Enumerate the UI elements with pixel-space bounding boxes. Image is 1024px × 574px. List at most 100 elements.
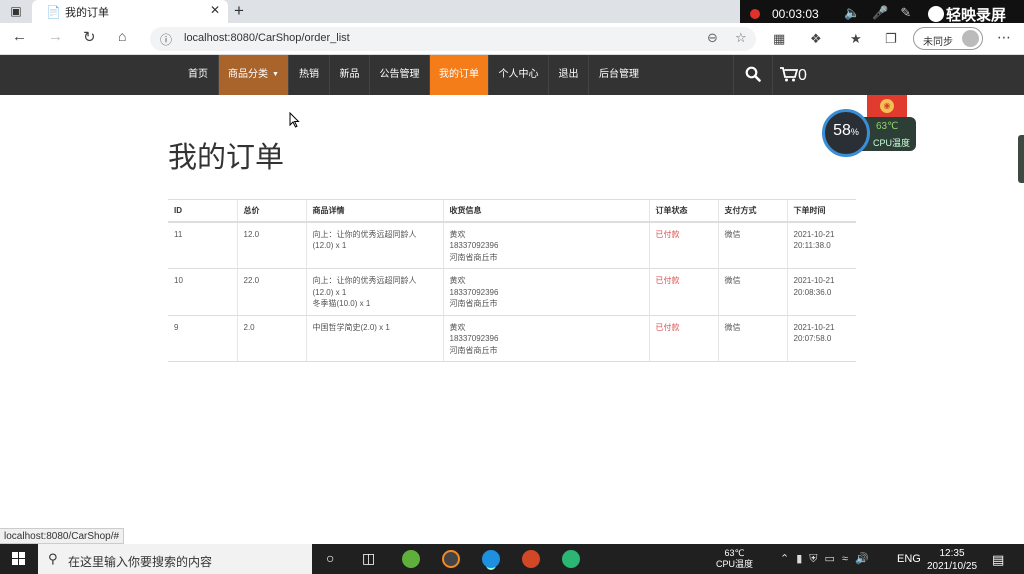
recorder-controls[interactable]: 🔈🎤✎ — [844, 5, 923, 21]
collections-icon[interactable]: ▦ — [773, 31, 785, 47]
order-clock: 20:08:36.0 — [793, 287, 832, 297]
forward-icon[interactable]: → — [48, 28, 63, 45]
recorder-app-icon[interactable] — [562, 550, 580, 568]
favorite-icon[interactable]: ☆ — [735, 30, 747, 46]
settings-app-icon[interactable] — [442, 550, 460, 568]
col-items: 商品详情 — [305, 199, 443, 223]
record-icon[interactable] — [750, 9, 760, 19]
taskbar-cpu-temp[interactable]: 63℃ CPU温度 — [716, 548, 753, 570]
order-date: 2021-10-21 — [793, 229, 835, 239]
frog-app-icon[interactable] — [402, 550, 420, 568]
col-id: ID — [168, 199, 237, 223]
nav-label: 新品 — [339, 69, 360, 80]
tab-collections-icon[interactable]: ❐ — [885, 31, 897, 47]
profile-sync-button[interactable]: 未同步 — [913, 27, 983, 50]
order-total: 2.0 — [236, 314, 306, 362]
side-panel-handle[interactable] — [1018, 135, 1024, 183]
zoom-icon[interactable]: ⊖ — [707, 30, 718, 46]
system-tray-icons[interactable]: ⌃▮⛨▭≈🔊 — [780, 552, 876, 566]
order-clock: 20:11:38.0 — [793, 241, 831, 250]
recipient-phone: 18337092396 — [449, 241, 499, 250]
powerpoint-app-icon[interactable] — [522, 550, 540, 568]
extensions-icon[interactable]: ❖ — [810, 31, 822, 47]
table-row: 9 2.0 中国哲学简史(2.0) x 1 黄欢 18337092396 河南省商丘… — [168, 314, 856, 362]
order-item-line: 向上：让你的优秀远超同龄人(12.0) x 1 — [312, 229, 417, 251]
nav-hot[interactable]: 热销 — [289, 55, 330, 95]
nav-logout[interactable]: 退出 — [549, 55, 589, 95]
nav-categories[interactable]: 商品分类 ▼ — [219, 55, 289, 95]
windows-start-icon[interactable] — [12, 552, 26, 566]
edge-app-icon[interactable] — [482, 550, 500, 568]
nav-notices[interactable]: 公告管理 — [370, 55, 430, 95]
nav-label: 退出 — [558, 69, 579, 80]
mouse-cursor-icon — [289, 112, 300, 128]
col-payment: 支付方式 — [717, 199, 787, 223]
gift-badge[interactable]: ◉ — [867, 95, 907, 119]
nav-admin[interactable]: 后台管理 — [589, 55, 649, 95]
gift-icon: ◉ — [880, 99, 894, 113]
recipient-phone: 18337092396 — [449, 287, 499, 297]
search-icon[interactable] — [733, 55, 773, 95]
tab-close-icon[interactable]: ✕ — [210, 3, 220, 17]
notification-icon[interactable]: ▤ — [992, 552, 1004, 568]
reload-icon[interactable]: ↻ — [83, 28, 96, 46]
browser-tab[interactable]: 📄 我的订单 ✕ — [32, 0, 228, 23]
back-icon[interactable]: ← — [12, 28, 27, 45]
order-items: 中国哲学简史(2.0) x 1 — [305, 314, 443, 362]
recipient-name: 黄欢 — [449, 229, 466, 239]
page-title: 我的订单 — [168, 142, 285, 174]
cortana-icon[interactable]: ○ — [326, 550, 334, 566]
taskbar-clock[interactable]: 12:35 2021/10/25 — [924, 547, 980, 573]
search-icon-glyph — [745, 66, 761, 82]
order-id: 11 — [168, 221, 237, 269]
recorder-brand: 轻映录屏 — [946, 7, 1007, 24]
taskbar-search[interactable]: ⚲ 在这里输入你要搜索的内容 — [38, 544, 312, 574]
more-menu-icon[interactable]: ⋯ — [997, 29, 1011, 46]
order-item-line: 中国哲学简史(2.0) x 1 — [312, 322, 390, 332]
start-pane — [12, 552, 18, 558]
search-icon: ⚲ — [48, 551, 58, 566]
order-total: 12.0 — [236, 221, 306, 269]
page-favicon-icon: 📄 — [46, 5, 61, 19]
cart-count: 0 — [798, 67, 807, 84]
cpu-temp-label: CPU温度 — [873, 138, 911, 148]
nav-new[interactable]: 新品 — [330, 55, 370, 95]
home-icon[interactable]: ⌂ — [118, 28, 126, 44]
cpu-usage-dial[interactable]: 58% — [822, 109, 870, 157]
record-timer: 00:03:03 — [772, 7, 819, 21]
cart-icon — [780, 67, 799, 82]
address-bar[interactable]: ⓘ localhost:8080/CarShop/order_list ⊖ ☆ — [150, 27, 756, 51]
url-text[interactable]: localhost:8080/CarShop/order_list — [184, 32, 350, 44]
site-info-icon[interactable]: ⓘ — [160, 31, 172, 48]
cart-button[interactable]: 0 — [780, 55, 807, 95]
sync-label: 未同步 — [923, 37, 953, 48]
nav-my-orders[interactable]: 我的订单 — [430, 55, 489, 95]
recorder-logo: 轻映录屏 — [928, 4, 1006, 25]
nav-home[interactable]: 首页 — [178, 55, 219, 95]
start-pane — [19, 552, 25, 558]
task-view-icon[interactable]: ◫ — [362, 550, 375, 567]
order-shipping: 黄欢 18337092396 河南省商丘市 — [442, 268, 649, 315]
orders-table: ID 总价 商品详情 收货信息 订单状态 支付方式 下单时间 11 12.0 向… — [168, 199, 856, 362]
cpu-temp-value: 63℃ — [876, 121, 899, 132]
order-items: 向上：让你的优秀远超同龄人(12.0) x 1 冬季猫(10.0) x 1 — [305, 268, 443, 315]
status-link-preview: localhost:8080/CarShop/# — [0, 528, 125, 544]
order-time: 2021-10-21 20:11:38.0 — [786, 221, 856, 269]
order-time: 2021-10-21 20:08:36.0 — [786, 268, 856, 315]
input-language[interactable]: ENG — [897, 553, 921, 565]
new-tab-icon[interactable]: + — [234, 1, 244, 21]
order-payment: 微信 — [717, 314, 787, 362]
order-total: 22.0 — [236, 268, 306, 315]
col-shipping: 收货信息 — [442, 199, 649, 223]
tab-actions-icon[interactable]: ▣ — [8, 4, 24, 18]
site-navbar: 首页 商品分类 ▼ 热销 新品 公告管理 我的订单 个人中心 退出 后台管理 0 — [0, 55, 1024, 95]
order-status: 已付款 — [648, 268, 718, 315]
favorites-bar-icon[interactable]: ★ — [850, 31, 862, 47]
nav-profile[interactable]: 个人中心 — [489, 55, 549, 95]
order-items: 向上：让你的优秀远超同龄人(12.0) x 1 — [305, 221, 443, 269]
nav-label: 后台管理 — [599, 69, 639, 80]
order-date: 2021-10-21 — [793, 276, 835, 285]
nav-label: 个人中心 — [498, 69, 539, 80]
avatar — [962, 30, 979, 47]
order-item-line: 向上：让你的优秀远超同龄人(12.0) x 1 — [312, 276, 417, 297]
